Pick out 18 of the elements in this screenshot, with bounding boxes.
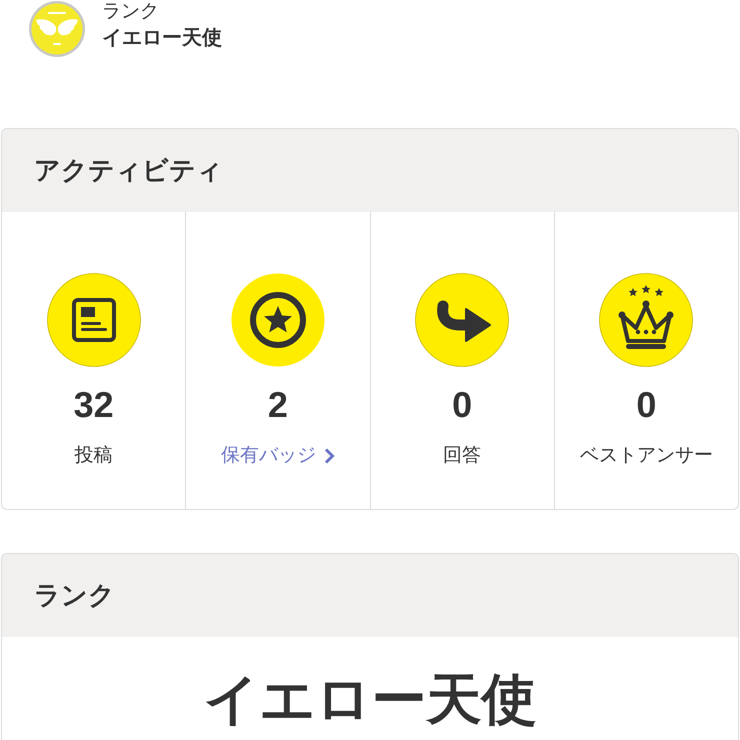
rank-title: イエロー天使 [204,667,536,731]
chevron-right-icon [324,448,335,464]
section-title: ランク [2,554,738,637]
stat-label: 投稿 [74,444,113,468]
stat-count: 0 [636,385,656,425]
rank-emblem-icon [28,0,86,58]
stat-count: 2 [268,385,288,425]
stat-label: 回答 [443,444,482,468]
stat-count: 0 [452,385,472,425]
stat-count: 32 [74,385,114,425]
stat-label: ベストアンサー [580,444,713,468]
crown-icon [599,273,694,367]
badges-link[interactable]: 保有バッジ [220,443,335,469]
rank-name: イエロー天使 [102,26,222,51]
star-badge-icon [230,273,325,367]
section-title: アクティビティ [2,129,738,212]
document-icon [46,273,141,367]
rank-label: ランク [102,0,160,24]
